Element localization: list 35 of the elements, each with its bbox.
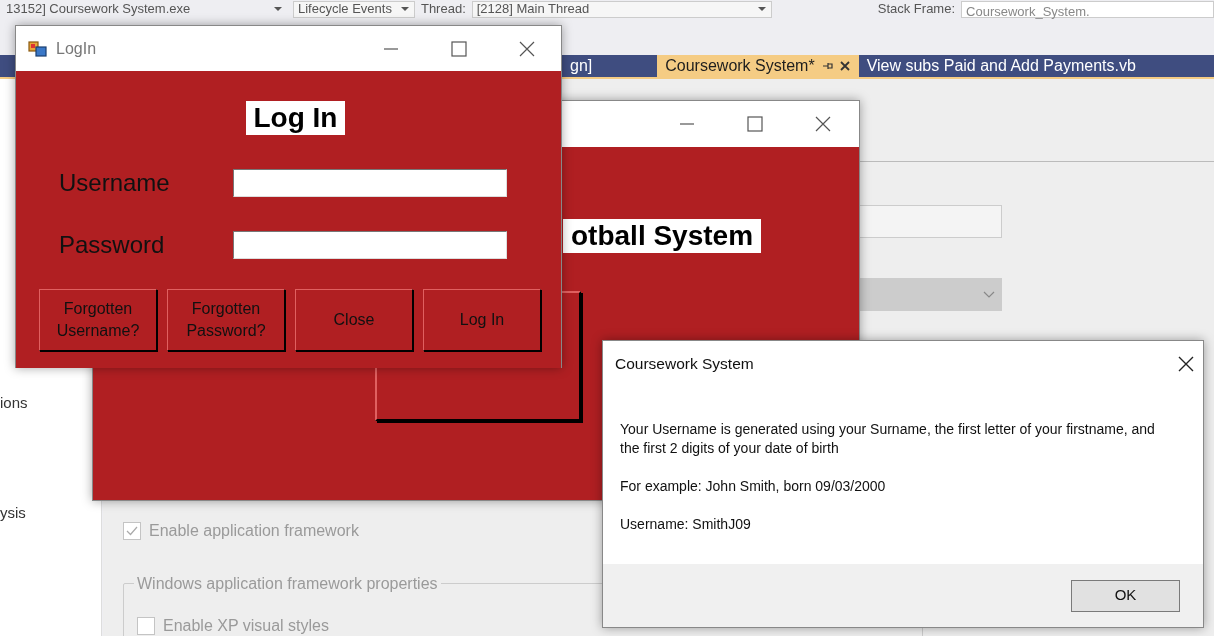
ok-button[interactable]: OK xyxy=(1071,579,1180,612)
field-label: Username xyxy=(59,168,171,198)
dropdown-field[interactable]: 13152] Coursework System.exe xyxy=(2,0,287,18)
checkbox-label: Enable XP visual styles xyxy=(163,616,329,636)
close-icon[interactable] xyxy=(838,60,851,72)
input-field[interactable] xyxy=(233,231,507,259)
checkmark-icon xyxy=(126,526,138,536)
sidebar-item[interactable]: ions xyxy=(0,392,28,415)
dropdown-field[interactable]: Lifecycle Events xyxy=(293,0,415,18)
stack-frame-field[interactable]: Coursework_System. xyxy=(961,0,1214,18)
sidebar-item[interactable]: ysis xyxy=(0,502,26,525)
caret-icon xyxy=(756,6,767,12)
message-text: For example: John Smith, born 09/03/2000 xyxy=(620,477,887,496)
input-field[interactable] xyxy=(233,169,507,197)
toolbar-label: Thread: xyxy=(420,0,466,19)
dropdown-field[interactable]: [2128] Main Thread xyxy=(471,0,772,18)
message-text: Username: SmithJ09 xyxy=(620,515,752,534)
form-heading: Log In xyxy=(245,101,346,135)
chevron-down-icon xyxy=(983,291,995,298)
text-field[interactable] xyxy=(858,205,1002,238)
caret-icon xyxy=(399,6,410,12)
window-title: LogIn xyxy=(56,38,97,59)
toolbar-label: Stack Frame: xyxy=(877,0,956,19)
document-tab[interactable]: View subs Paid and Add Payments.vb xyxy=(858,55,1144,77)
field-label: Password xyxy=(59,230,166,260)
dialog-title: Coursework System xyxy=(615,353,754,374)
document-tab[interactable]: Coursework System* xyxy=(657,55,859,77)
pin-icon[interactable] xyxy=(820,60,833,72)
caret-icon xyxy=(273,6,283,12)
form-heading: otball System xyxy=(563,219,762,253)
checkbox-label: Enable application framework xyxy=(149,521,359,541)
close-icon[interactable] xyxy=(1177,354,1195,373)
document-tab[interactable]: gn] xyxy=(562,55,601,77)
app-icon xyxy=(28,38,48,59)
message-text: Your Username is generated using your Surname, the first letter of your firstname, and the first 2 digits of your date of birth xyxy=(620,420,1156,458)
